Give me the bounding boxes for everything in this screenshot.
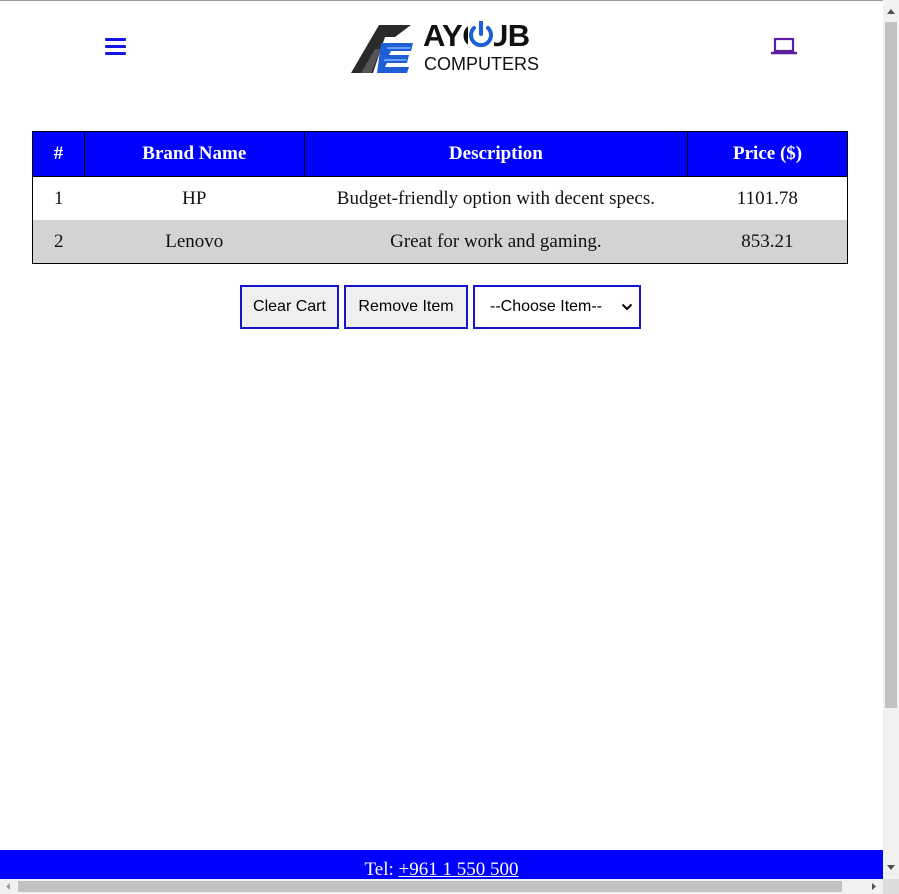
- scroll-right-arrow-icon[interactable]: [866, 879, 881, 894]
- cell-number: 1: [32, 176, 85, 220]
- table-row: 2 Lenovo Great for work and gaming. 853.…: [32, 220, 848, 264]
- hamburger-menu-icon[interactable]: [105, 38, 126, 56]
- column-header-price: Price ($): [687, 131, 848, 177]
- horizontal-scrollbar[interactable]: [0, 879, 883, 894]
- site-footer: Tel: +961 1 550 500: [0, 850, 883, 879]
- cell-description: Great for work and gaming.: [304, 220, 688, 264]
- column-header-number: #: [32, 131, 85, 177]
- scroll-up-arrow-icon[interactable]: [883, 4, 899, 20]
- page-viewport: AYOUB COMPUTERS # Brand Name Description…: [0, 0, 883, 879]
- remove-item-button[interactable]: Remove Item: [344, 285, 468, 329]
- cell-price: 1101.78: [687, 176, 848, 220]
- scroll-left-arrow-icon[interactable]: [1, 879, 16, 894]
- table-row: 1 HP Budget-friendly option with decent …: [32, 176, 848, 220]
- scroll-down-arrow-icon[interactable]: [883, 859, 899, 875]
- logo-subtitle: COMPUTERS: [424, 54, 540, 74]
- cell-number: 2: [32, 220, 85, 264]
- cell-description: Budget-friendly option with decent specs…: [304, 176, 688, 220]
- choose-item-select[interactable]: --Choose Item--: [473, 285, 641, 329]
- site-logo[interactable]: AYOUB COMPUTERS: [351, 19, 551, 75]
- cell-brand: HP: [84, 176, 305, 220]
- horizontal-scroll-thumb[interactable]: [18, 881, 842, 892]
- clear-cart-button[interactable]: Clear Cart: [240, 285, 339, 329]
- column-header-description: Description: [303, 131, 689, 177]
- cart-controls: Clear Cart Remove Item --Choose Item--: [240, 285, 641, 329]
- column-header-brand: Brand Name: [83, 131, 305, 177]
- table-header-row: # Brand Name Description Price ($): [32, 131, 848, 177]
- scrollbar-corner: [883, 879, 899, 894]
- site-header: AYOUB COMPUTERS: [0, 1, 883, 101]
- vertical-scrollbar[interactable]: [883, 0, 899, 879]
- power-icon: [468, 21, 494, 49]
- vertical-scroll-thumb[interactable]: [885, 22, 897, 708]
- cell-brand: Lenovo: [84, 220, 305, 264]
- logo-emblem-icon: [351, 25, 413, 73]
- cart-table: # Brand Name Description Price ($) 1 HP …: [32, 131, 848, 264]
- chevron-down-icon: [621, 303, 633, 311]
- cell-price: 853.21: [687, 220, 848, 264]
- choose-item-selected-value: --Choose Item--: [490, 298, 603, 315]
- footer-tel-label: Tel:: [364, 859, 399, 879]
- footer-phone-link[interactable]: +961 1 550 500: [399, 859, 519, 879]
- laptop-icon[interactable]: [771, 36, 797, 56]
